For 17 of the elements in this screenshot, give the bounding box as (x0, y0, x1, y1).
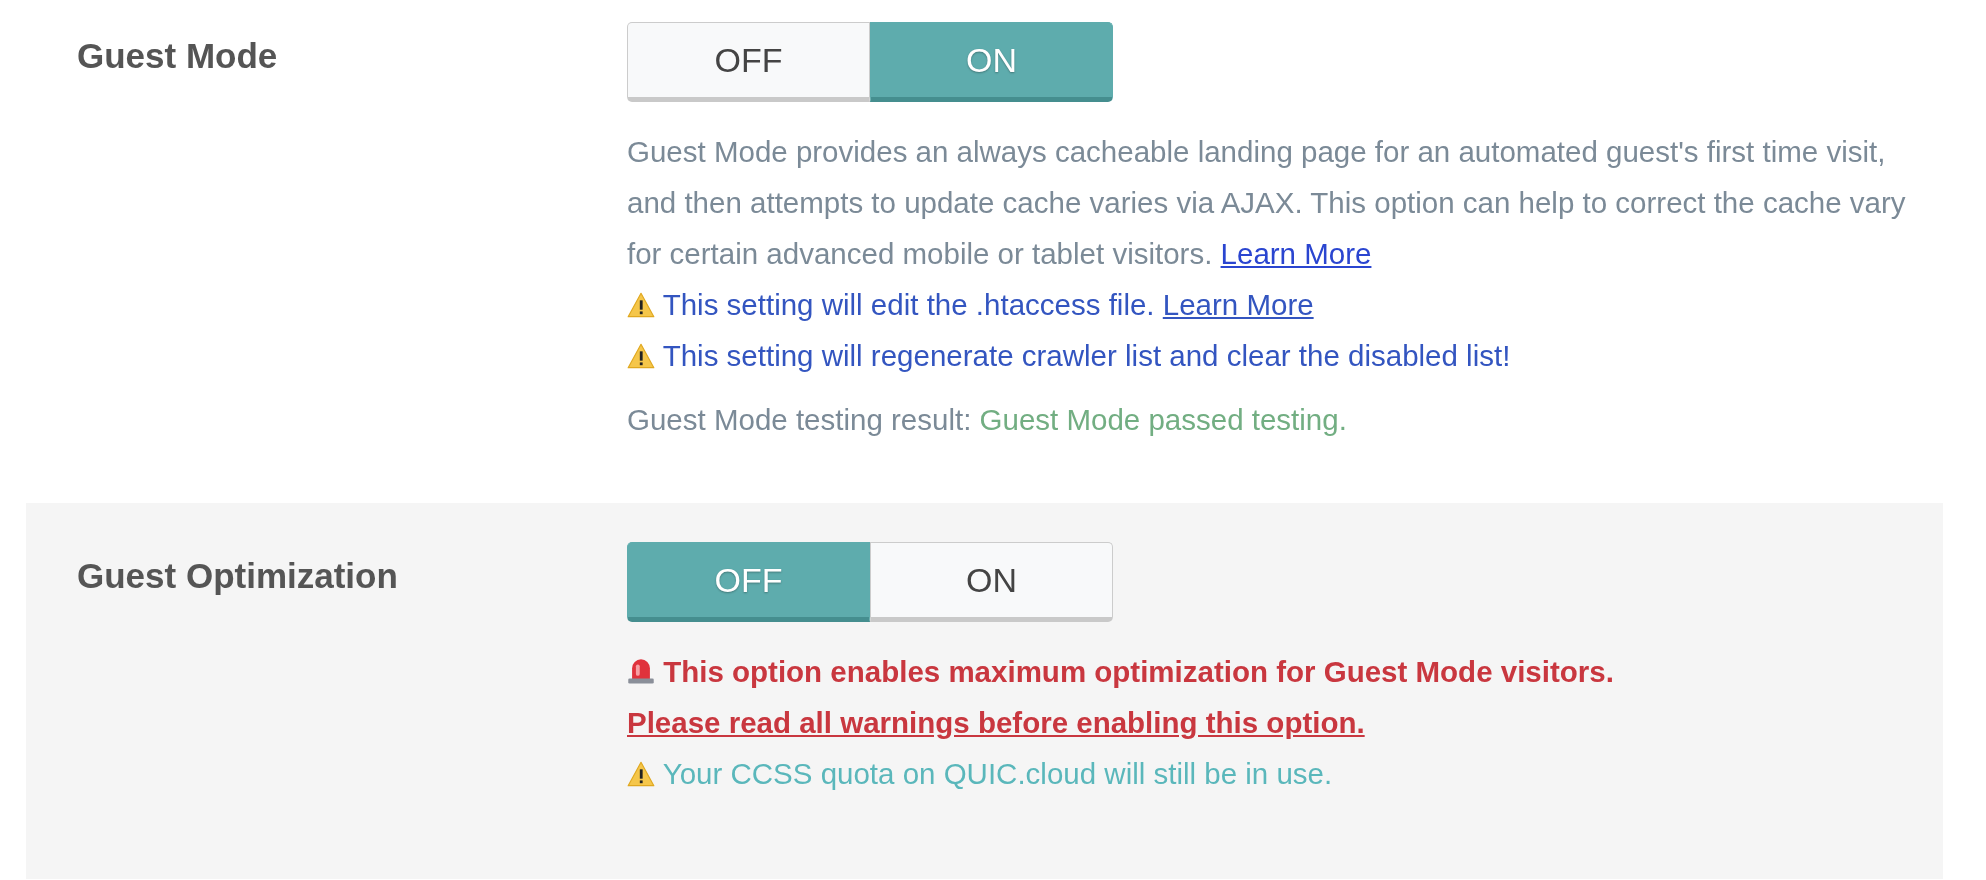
setting-label: Guest Mode (77, 35, 279, 77)
warning-icon (627, 292, 655, 318)
learn-more-link[interactable]: Learn More (1220, 237, 1372, 270)
learn-more-link[interactable]: Learn More (1162, 288, 1314, 321)
result-label: Guest Mode testing result: (627, 403, 972, 436)
description-text: Guest Mode provides an always cacheable landing page for an automated guest's first time visit, and then attempts to update cache varies via AJAX. This option can help to correct the cache vary for certain advanced mobile or tablet visitors. Learn More (627, 134, 1907, 272)
setting-label: Guest Optimization (77, 555, 399, 597)
notice-text: Your CCSS quota on QUIC.cloud will still be in use. (662, 757, 1333, 790)
toggle-option[interactable]: OFF (627, 22, 870, 102)
warning-text: This setting will regenerate crawler list and clear the disabled list! (662, 339, 1511, 372)
warnings-link[interactable]: Please read all warnings before enabling this option. (627, 706, 1365, 739)
alert-text: This option enables maximum optimization for Guest Mode visitors. Please read all warnings before enabling this option. (627, 653, 1615, 741)
toggle-option[interactable]: ON (870, 542, 1113, 622)
warning-icon (627, 343, 655, 369)
warning-icon (627, 761, 655, 787)
result-value: Guest Mode passed testing. (979, 403, 1347, 436)
warning-text: This setting will edit the .htaccess file. (662, 288, 1155, 321)
